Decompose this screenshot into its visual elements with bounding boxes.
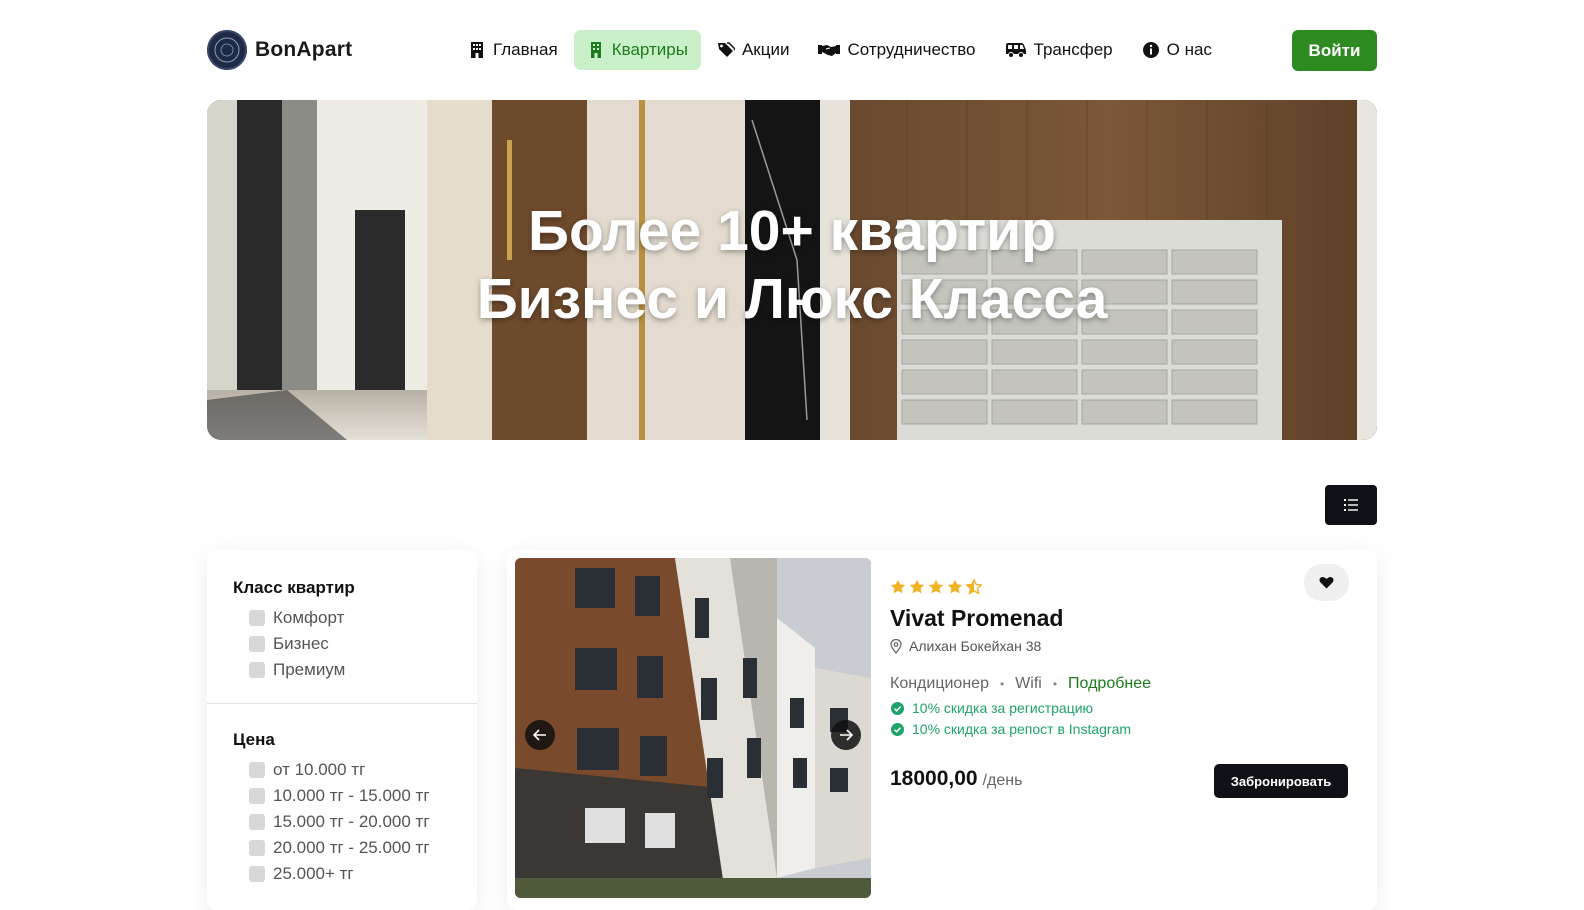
building-photo-image bbox=[515, 558, 871, 898]
promo-instagram: 10% скидка за репост в Instagram bbox=[891, 721, 1131, 737]
details-link[interactable]: Подробнее bbox=[1068, 675, 1151, 693]
filter-option-label: 10.000 тг - 15.000 тг bbox=[273, 786, 430, 805]
filter-option-label: 25.000+ тг bbox=[273, 864, 354, 883]
apartment-photo bbox=[515, 558, 871, 898]
star-icon bbox=[890, 579, 906, 594]
star-icon bbox=[947, 579, 963, 594]
checkbox[interactable] bbox=[249, 636, 265, 652]
nav-label-home: Главная bbox=[493, 40, 558, 59]
tags-icon bbox=[717, 41, 735, 59]
login-button[interactable]: Войти bbox=[1292, 30, 1377, 71]
list-icon bbox=[1344, 499, 1358, 511]
main-nav: Главная Квартиры Акции Сотрудничество Тр… bbox=[455, 30, 1228, 70]
price: 18000,00 /день bbox=[890, 767, 1022, 791]
star-icon bbox=[928, 579, 944, 594]
van-icon bbox=[1005, 41, 1027, 59]
filter-group-price: Цена от 10.000 тг 10.000 тг - 15.000 тг … bbox=[207, 703, 477, 907]
arrow-left-icon bbox=[533, 729, 546, 741]
nav-item-apartments[interactable]: Квартиры bbox=[573, 30, 701, 70]
star-half-icon bbox=[966, 579, 982, 595]
filter-option-price-3[interactable]: 15.000 тг - 20.000 тг bbox=[233, 809, 451, 835]
filter-option-label: от 10.000 тг bbox=[273, 760, 366, 779]
location-pin-icon bbox=[890, 638, 902, 654]
checkbox[interactable] bbox=[249, 662, 265, 678]
logo[interactable]: BonApart bbox=[207, 30, 352, 70]
hero-title-line-2: Бизнес и Люкс Класса bbox=[476, 267, 1108, 331]
filter-option-label: Бизнес bbox=[273, 634, 329, 653]
promo-text: 10% скидка за регистрацию bbox=[912, 700, 1094, 716]
apartment-icon bbox=[587, 41, 605, 59]
filters-panel: Класс квартир Комфорт Бизнес Премиум Цен… bbox=[207, 550, 477, 910]
filter-option-business[interactable]: Бизнес bbox=[233, 631, 451, 657]
filter-group-class: Класс квартир Комфорт Бизнес Премиум bbox=[207, 550, 477, 703]
next-photo-button[interactable] bbox=[831, 720, 861, 750]
separator-dot: • bbox=[1052, 677, 1058, 691]
hero-banner: Более 10+ квартир Бизнес и Люкс Класса bbox=[207, 100, 1377, 440]
checkbox[interactable] bbox=[249, 866, 265, 882]
filter-option-price-2[interactable]: 10.000 тг - 15.000 тг bbox=[233, 783, 451, 809]
hero-title-line-1: Более 10+ квартир bbox=[528, 199, 1056, 263]
hero-title: Более 10+ квартир Бизнес и Люкс Класса bbox=[207, 197, 1377, 333]
amenities-row: Кондиционер • Wifi • Подробнее bbox=[890, 675, 1151, 693]
logo-emblem-icon bbox=[207, 30, 247, 70]
building-icon bbox=[468, 41, 486, 59]
nav-item-home[interactable]: Главная bbox=[455, 30, 571, 70]
check-circle-icon bbox=[891, 722, 904, 736]
separator-dot: • bbox=[999, 677, 1005, 691]
rating-stars bbox=[890, 579, 985, 595]
checkbox[interactable] bbox=[249, 610, 265, 626]
nav-label-partnership: Сотрудничество bbox=[847, 40, 976, 59]
arrow-right-icon bbox=[840, 729, 853, 741]
apartment-address: Алихан Бокейхан 38 bbox=[890, 638, 1041, 654]
prev-photo-button[interactable] bbox=[525, 720, 555, 750]
nav-label-transfer: Трансфер bbox=[1033, 40, 1113, 59]
heart-icon bbox=[1319, 576, 1334, 589]
nav-item-partnership[interactable]: Сотрудничество bbox=[805, 30, 988, 70]
promo-registration: 10% скидка за регистрацию bbox=[891, 700, 1093, 716]
book-button[interactable]: Забронировать bbox=[1214, 764, 1348, 798]
filter-title-class: Класс квартир bbox=[233, 578, 355, 597]
filter-option-price-5[interactable]: 25.000+ тг bbox=[233, 861, 451, 887]
amenity-ac: Кондиционер bbox=[890, 675, 989, 692]
filter-option-label: Премиум bbox=[273, 660, 346, 679]
info-icon bbox=[1142, 41, 1160, 59]
checkbox[interactable] bbox=[249, 762, 265, 778]
nav-item-promotions[interactable]: Акции bbox=[704, 30, 803, 70]
filter-option-price-1[interactable]: от 10.000 тг bbox=[233, 757, 451, 783]
check-circle-icon bbox=[891, 701, 904, 715]
filter-option-label: 20.000 тг - 25.000 тг bbox=[273, 838, 430, 857]
handshake-icon bbox=[818, 41, 841, 59]
list-view-button[interactable] bbox=[1325, 485, 1377, 525]
filter-option-comfort[interactable]: Комфорт bbox=[233, 605, 451, 631]
nav-label-apartments: Квартиры bbox=[611, 40, 688, 59]
checkbox[interactable] bbox=[249, 814, 265, 830]
filter-option-premium[interactable]: Премиум bbox=[233, 657, 451, 683]
promo-text: 10% скидка за репост в Instagram bbox=[912, 721, 1132, 737]
filter-option-label: 15.000 тг - 20.000 тг bbox=[273, 812, 430, 831]
nav-item-transfer[interactable]: Трансфер bbox=[992, 30, 1126, 70]
amenity-wifi: Wifi bbox=[1015, 675, 1042, 692]
price-unit: /день bbox=[982, 772, 1023, 789]
price-value: 18000,00 bbox=[890, 767, 978, 790]
checkbox[interactable] bbox=[249, 788, 265, 804]
address-text: Алихан Бокейхан 38 bbox=[909, 638, 1042, 654]
filter-option-price-4[interactable]: 20.000 тг - 25.000 тг bbox=[233, 835, 451, 861]
logo-text: BonApart bbox=[255, 38, 353, 61]
nav-label-about: О нас bbox=[1166, 40, 1212, 59]
filter-title-price: Цена bbox=[233, 730, 275, 749]
star-icon bbox=[909, 579, 925, 594]
checkbox[interactable] bbox=[249, 840, 265, 856]
favorite-button[interactable] bbox=[1304, 564, 1349, 601]
nav-item-about[interactable]: О нас bbox=[1129, 30, 1225, 70]
apartment-name[interactable]: Vivat Promenad bbox=[890, 605, 1063, 632]
nav-label-promotions: Акции bbox=[741, 40, 790, 59]
filter-option-label: Комфорт bbox=[273, 608, 345, 627]
